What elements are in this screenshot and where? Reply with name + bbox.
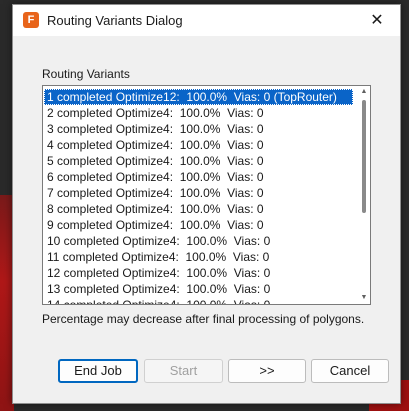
close-button[interactable]: ✕ xyxy=(354,5,400,36)
start-button: Start xyxy=(144,359,223,383)
scroll-up-arrow-icon[interactable]: ▲ xyxy=(360,88,368,96)
title-bar: F Routing Variants Dialog ✕ xyxy=(13,5,400,36)
variant-row[interactable]: 2 completed Optimize4: 100.0% Vias: 0 xyxy=(44,105,357,121)
scroll-down-arrow-icon[interactable]: ▼ xyxy=(360,294,368,302)
variant-row[interactable]: 8 completed Optimize4: 100.0% Vias: 0 xyxy=(44,201,357,217)
routing-variants-listbox[interactable]: 1 completed Optimize12: 100.0% Vias: 0 (… xyxy=(42,85,371,305)
variant-row[interactable]: 1 completed Optimize12: 100.0% Vias: 0 (… xyxy=(44,89,353,105)
vertical-scrollbar[interactable]: ▲ ▼ xyxy=(358,86,370,304)
scroll-thumb[interactable] xyxy=(362,100,366,213)
variant-row[interactable]: 10 completed Optimize4: 100.0% Vias: 0 xyxy=(44,233,357,249)
end-job-button[interactable]: End Job xyxy=(58,359,138,383)
variant-row[interactable]: 4 completed Optimize4: 100.0% Vias: 0 xyxy=(44,137,357,153)
variant-row[interactable]: 11 completed Optimize4: 100.0% Vias: 0 xyxy=(44,249,357,265)
routing-variants-dialog: F Routing Variants Dialog ✕ Routing Vari… xyxy=(12,4,401,404)
percentage-note: Percentage may decrease after final proc… xyxy=(42,312,365,326)
variant-row[interactable]: 14 completed Optimize4: 100.0% Vias: 0 xyxy=(44,297,357,304)
variant-row[interactable]: 9 completed Optimize4: 100.0% Vias: 0 xyxy=(44,217,357,233)
routing-variants-label: Routing Variants xyxy=(42,67,130,81)
cancel-button[interactable]: Cancel xyxy=(311,359,389,383)
variant-row[interactable]: 6 completed Optimize4: 100.0% Vias: 0 xyxy=(44,169,357,185)
variant-row[interactable]: 5 completed Optimize4: 100.0% Vias: 0 xyxy=(44,153,357,169)
variant-row[interactable]: 13 completed Optimize4: 100.0% Vias: 0 xyxy=(44,281,357,297)
next-button[interactable]: >> xyxy=(228,359,306,383)
variant-row[interactable]: 7 completed Optimize4: 100.0% Vias: 0 xyxy=(44,185,357,201)
variant-list: 1 completed Optimize12: 100.0% Vias: 0 (… xyxy=(43,86,357,304)
app-logo-icon: F xyxy=(23,12,39,28)
variant-row[interactable]: 12 completed Optimize4: 100.0% Vias: 0 xyxy=(44,265,357,281)
variant-row[interactable]: 3 completed Optimize4: 100.0% Vias: 0 xyxy=(44,121,357,137)
window-title: Routing Variants Dialog xyxy=(47,13,183,28)
close-icon: ✕ xyxy=(370,12,384,29)
